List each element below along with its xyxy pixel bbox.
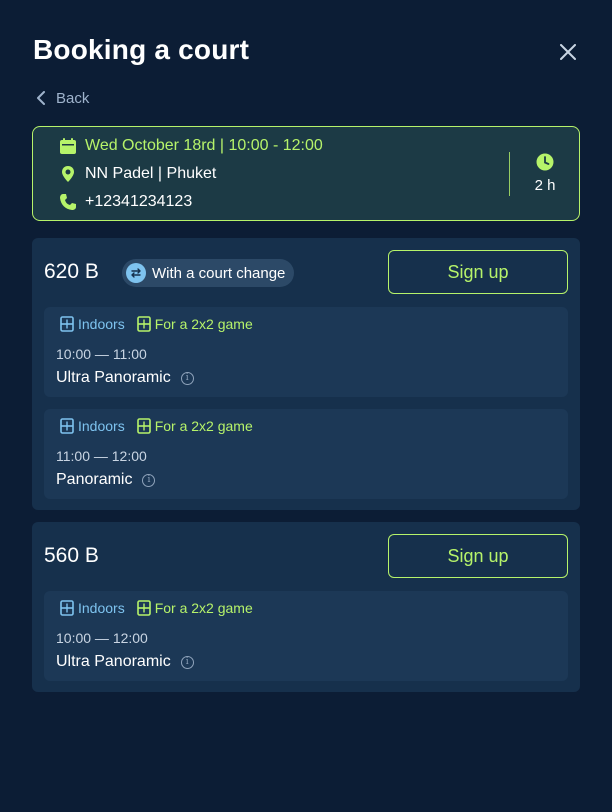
- slot-tags: Indoors For a 2x2 game: [60, 418, 253, 434]
- tag-indoors: Indoors: [60, 600, 125, 616]
- court-icon: [60, 600, 74, 616]
- tag-indoors-label: Indoors: [78, 600, 125, 616]
- slot-court: Ultra Panoramic i: [56, 653, 194, 671]
- slot-card: Indoors For a 2x2 game 11:00 — 12:00 Pan…: [44, 409, 568, 499]
- booking-date-row: Wed October 18rd | 10:00 - 12:00: [59, 137, 323, 155]
- phone-icon: [60, 194, 76, 210]
- info-icon[interactable]: i: [180, 371, 194, 385]
- booking-summary-card: Wed October 18rd | 10:00 - 12:00 NN Pade…: [32, 126, 580, 221]
- chevron-left-icon: [37, 91, 45, 105]
- sign-up-button[interactable]: Sign up: [388, 534, 568, 578]
- tag-game-label: For a 2x2 game: [154, 418, 253, 434]
- booking-venue: NN Padel | Phuket: [85, 165, 217, 182]
- sign-up-button[interactable]: Sign up: [388, 250, 568, 294]
- tag-game-label: For a 2x2 game: [154, 316, 253, 332]
- booking-phone[interactable]: +12341234123: [85, 193, 192, 211]
- court-icon: [60, 418, 74, 434]
- court-icon: [136, 418, 151, 434]
- info-icon[interactable]: i: [142, 473, 156, 487]
- court-icon: [136, 316, 151, 332]
- slot-card: Indoors For a 2x2 game 10:00 — 11:00 Ult…: [44, 307, 568, 397]
- booking-dialog: Booking a court Back Wed October 18rd | …: [0, 0, 612, 812]
- swap-icon: [126, 263, 146, 283]
- slot-court: Ultra Panoramic i: [56, 369, 194, 387]
- tag-indoors: Indoors: [60, 418, 125, 434]
- tag-game-type: For a 2x2 game: [136, 600, 253, 616]
- booking-date-time: Wed October 18rd | 10:00 - 12:00: [85, 137, 323, 154]
- divider: [509, 152, 510, 196]
- close-button[interactable]: [556, 40, 580, 64]
- tag-indoors: Indoors: [60, 316, 125, 332]
- offer-price: 620 B: [44, 260, 99, 283]
- court-icon: [136, 600, 151, 616]
- close-icon: [560, 44, 576, 60]
- tag-game-type: For a 2x2 game: [136, 418, 253, 434]
- location-pin-icon: [62, 166, 74, 182]
- duration-label: 2 h: [534, 177, 556, 194]
- slot-time: 10:00 — 12:00: [56, 630, 148, 646]
- booking-duration: 2 h: [527, 153, 563, 194]
- tag-indoors-label: Indoors: [78, 418, 125, 434]
- court-name: Ultra Panoramic: [56, 653, 171, 670]
- booking-phone-row: +12341234123: [59, 193, 192, 211]
- offer-card: 560 B Sign up Indoors For a 2x2 game 10:…: [32, 522, 580, 692]
- court-icon: [60, 316, 74, 332]
- page-title: Booking a court: [33, 34, 250, 65]
- clock-icon: [536, 153, 554, 171]
- court-change-badge: With a court change: [122, 259, 295, 287]
- tag-game-type: For a 2x2 game: [136, 316, 253, 332]
- badge-label: With a court change: [152, 264, 286, 282]
- calendar-icon: [60, 138, 76, 154]
- back-label: Back: [56, 89, 90, 107]
- slot-court: Panoramic i: [56, 471, 156, 489]
- slot-tags: Indoors For a 2x2 game: [60, 316, 253, 332]
- slot-card: Indoors For a 2x2 game 10:00 — 12:00 Ult…: [44, 591, 568, 681]
- booking-venue-row: NN Padel | Phuket: [59, 165, 216, 183]
- back-link[interactable]: Back: [36, 87, 89, 109]
- court-name: Panoramic: [56, 471, 133, 488]
- slot-time: 10:00 — 11:00: [56, 346, 147, 362]
- slot-tags: Indoors For a 2x2 game: [60, 600, 253, 616]
- offer-price: 560 B: [44, 544, 99, 567]
- tag-indoors-label: Indoors: [78, 316, 125, 332]
- tag-game-label: For a 2x2 game: [154, 600, 253, 616]
- offer-card: 620 B With a court change Sign up Indoor…: [32, 238, 580, 510]
- court-name: Ultra Panoramic: [56, 369, 171, 386]
- slot-time: 11:00 — 12:00: [56, 448, 147, 464]
- info-icon[interactable]: i: [180, 655, 194, 669]
